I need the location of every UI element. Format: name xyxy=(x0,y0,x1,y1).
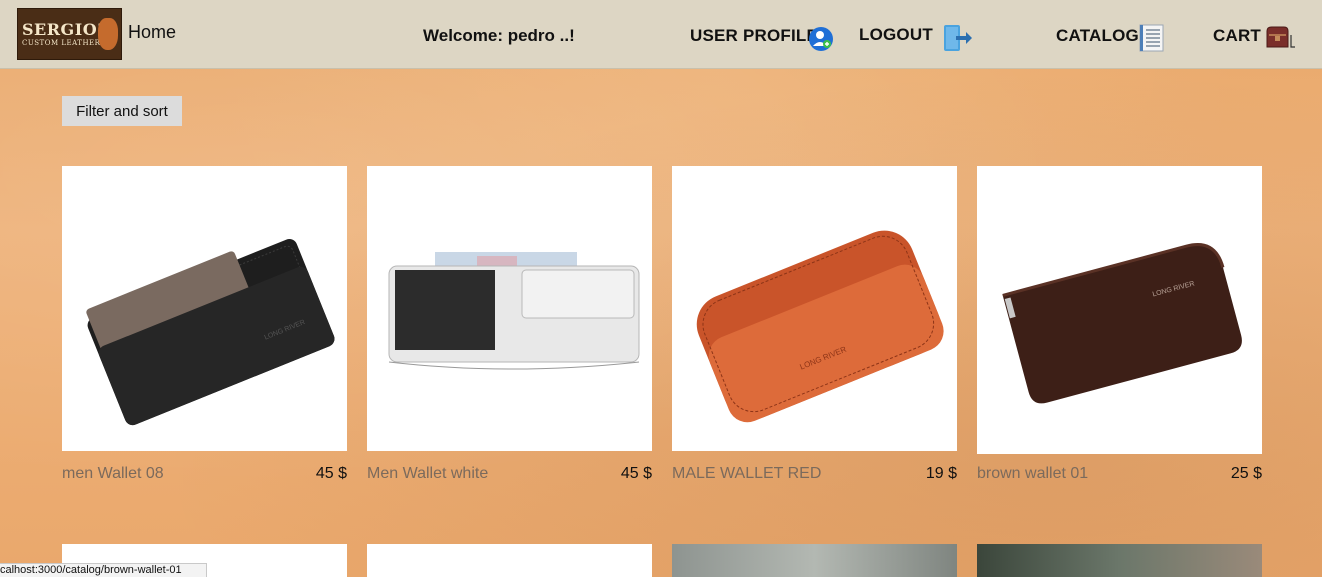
cart-link[interactable]: CART xyxy=(1213,26,1261,46)
product-price: 45 $ xyxy=(315,465,347,482)
product-image-black-wallet[interactable]: LONG RIVER xyxy=(62,166,347,451)
product-name[interactable]: Men Wallet white xyxy=(367,465,488,483)
product-price: 45 $ xyxy=(620,465,652,482)
product-card-row2[interactable] xyxy=(977,544,1262,577)
product-image-brown-wallet[interactable]: LONG RIVER xyxy=(977,166,1262,454)
user-profile-icon[interactable] xyxy=(808,26,834,52)
home-link[interactable]: Home xyxy=(128,22,176,43)
logout-link[interactable]: LOGOUT xyxy=(859,25,933,45)
product-card-row2[interactable] xyxy=(367,544,652,577)
product-name[interactable]: men Wallet 08 xyxy=(62,465,164,483)
welcome-message: Welcome: pedro ..! xyxy=(423,26,575,45)
product-name[interactable]: MALE WALLET RED xyxy=(672,465,821,483)
product-card-row2[interactable] xyxy=(672,544,957,577)
product-name[interactable]: brown wallet 01 xyxy=(977,465,1088,483)
catalog-icon[interactable] xyxy=(1137,23,1167,53)
cart-bag-icon[interactable] xyxy=(1264,25,1296,51)
product-price: 19 $ xyxy=(925,465,957,482)
catalog-link[interactable]: CATALOG xyxy=(1056,26,1139,46)
browser-status-url: calhost:3000/catalog/brown-wallet-01 xyxy=(0,563,207,577)
product-image-red-wallet[interactable]: LONG RIVER xyxy=(672,166,957,451)
user-profile-link[interactable]: USER PROFILE xyxy=(690,26,818,46)
product-image-white-wallet[interactable] xyxy=(367,166,652,451)
leather-hide-icon xyxy=(98,18,118,50)
brand-logo[interactable]: SERGIO'S CUSTOM LEATHER xyxy=(17,8,122,60)
filter-and-sort-button[interactable]: Filter and sort xyxy=(62,96,182,126)
logout-icon[interactable] xyxy=(942,23,974,53)
top-navbar: SERGIO'S CUSTOM LEATHER Home Welcome: pe… xyxy=(0,0,1322,69)
product-price: 25 $ xyxy=(1230,465,1262,482)
